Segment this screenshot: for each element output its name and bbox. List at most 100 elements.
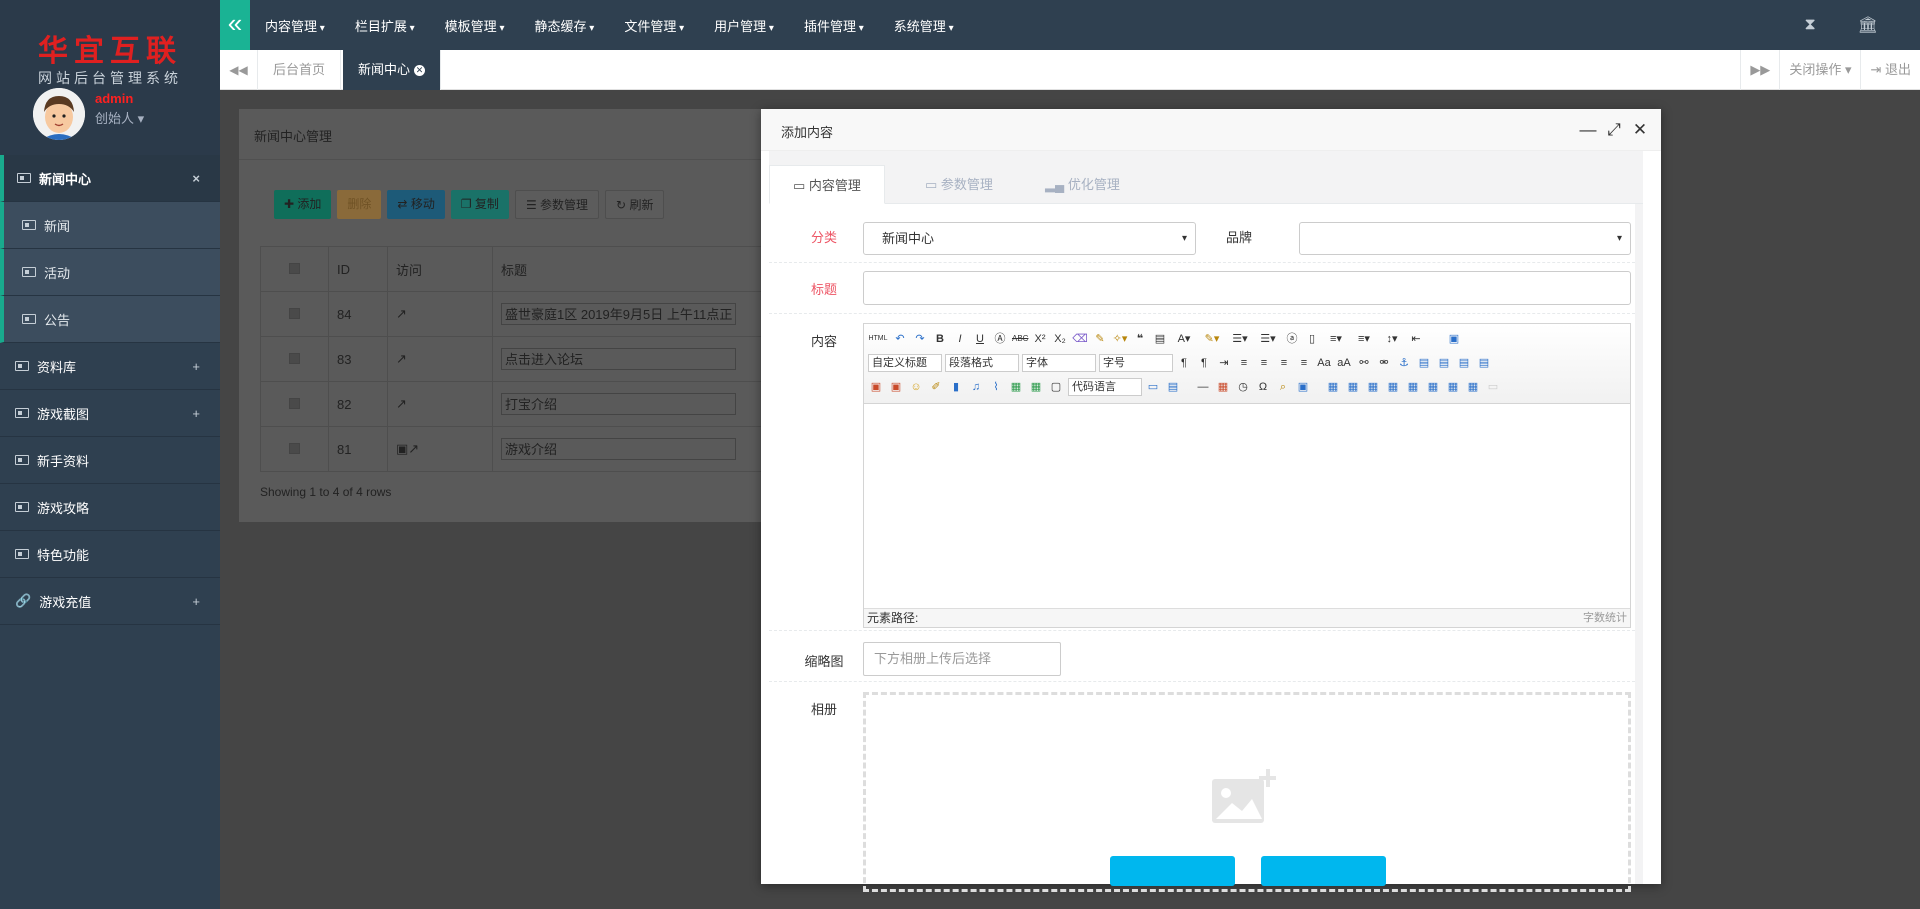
music-icon[interactable]: ♫ xyxy=(968,379,984,395)
title-input[interactable]: 打宝介绍 xyxy=(501,393,736,415)
line-height-icon[interactable]: ↕▾ xyxy=(1380,331,1404,347)
font-border-icon[interactable]: Ⓐ xyxy=(992,331,1008,347)
external-link-icon[interactable]: ↗ xyxy=(396,396,407,411)
hourglass-icon[interactable]: ⧗ xyxy=(1804,16,1815,34)
row-checkbox[interactable] xyxy=(289,307,300,319)
insert-row-icon[interactable]: ▦ xyxy=(1365,379,1381,395)
ltr-icon[interactable]: ¶ xyxy=(1176,355,1192,371)
title-input[interactable] xyxy=(863,271,1631,305)
title-input[interactable]: 点击进入论坛 xyxy=(501,348,736,370)
close-icon[interactable]: ✕ xyxy=(1629,119,1651,141)
auto-format-icon[interactable]: ✧▾ xyxy=(1112,331,1128,347)
split-cells-icon[interactable]: ▦ xyxy=(1465,379,1481,395)
font-color-icon[interactable]: A▾ xyxy=(1172,331,1196,347)
gmap-icon[interactable]: ▦ xyxy=(1028,379,1044,395)
align-right-icon[interactable]: ≡ xyxy=(1276,355,1292,371)
paste-text-icon[interactable]: ▤ xyxy=(1152,331,1168,347)
sidebar-item-news[interactable]: 新闻 xyxy=(0,202,220,249)
minimize-icon[interactable]: — xyxy=(1577,119,1599,141)
format-brush-icon[interactable]: ✎ xyxy=(1092,331,1108,347)
background-icon[interactable]: ▤ xyxy=(1165,379,1181,395)
avatar[interactable] xyxy=(33,88,85,140)
merge-down-icon[interactable]: ▦ xyxy=(1445,379,1461,395)
page-break-icon[interactable]: ▭ xyxy=(1145,379,1161,395)
scrawl-icon[interactable]: ✐ xyxy=(928,379,944,395)
select-all-icon[interactable]: ⓐ xyxy=(1284,331,1300,347)
image-center-icon[interactable]: ▤ xyxy=(1476,355,1492,371)
tab-news-center[interactable]: 新闻中心 ✕ xyxy=(343,50,442,90)
insert-image-icon[interactable]: ▣ xyxy=(888,379,904,395)
maximize-icon[interactable]: ⤢ xyxy=(1603,119,1625,141)
tab-close-icon[interactable]: ✕ xyxy=(414,65,426,77)
unordered-list-icon[interactable]: ☰▾ xyxy=(1256,331,1280,347)
eraser-icon[interactable]: ⌫ xyxy=(1072,331,1088,347)
map-icon[interactable]: ▦ xyxy=(1008,379,1024,395)
rtl-icon[interactable]: ¶ xyxy=(1196,355,1212,371)
copy-button[interactable]: ❐ 复制 xyxy=(450,190,509,219)
special-chars-icon[interactable]: Ω xyxy=(1255,379,1271,395)
tab-seo[interactable]: ▂▄ 优化管理 xyxy=(1022,165,1143,204)
merge-right-icon[interactable]: ▦ xyxy=(1425,379,1441,395)
bold-icon[interactable]: B xyxy=(932,331,948,347)
attachment-icon[interactable]: ⌇ xyxy=(988,379,1004,395)
album-dropzone[interactable] xyxy=(863,692,1631,892)
superscript-icon[interactable]: X² xyxy=(1032,331,1048,347)
title-input[interactable]: 游戏介绍 xyxy=(501,438,736,460)
topnav-item[interactable]: 文件管理 xyxy=(624,16,684,35)
uppercase-icon[interactable]: Aa xyxy=(1316,355,1332,371)
lowercase-icon[interactable]: aA xyxy=(1336,355,1352,371)
close-ops-dropdown[interactable]: 关闭操作 ▾ xyxy=(1779,50,1860,90)
image-icon[interactable]: ▣ xyxy=(396,441,408,456)
row-checkbox[interactable] xyxy=(289,397,300,409)
editor-body[interactable] xyxy=(864,404,1630,607)
row-checkbox[interactable] xyxy=(289,352,300,364)
link-icon[interactable]: ⚯ xyxy=(1356,355,1372,371)
image-right-icon[interactable]: ▤ xyxy=(1456,355,1472,371)
underline-icon[interactable]: U xyxy=(972,331,988,347)
select-album-button[interactable] xyxy=(1261,856,1386,886)
ordered-list-icon[interactable]: ☰▾ xyxy=(1228,331,1252,347)
custom-title-select[interactable]: 自定义标题 xyxy=(868,354,942,372)
sidebar-item-beginner[interactable]: 新手资料 xyxy=(0,437,220,484)
merge-cells-icon[interactable]: ▦ xyxy=(1405,379,1421,395)
topnav-item[interactable]: 内容管理 xyxy=(265,16,325,35)
indent-icon[interactable]: ⇥ xyxy=(1216,355,1232,371)
tab-params[interactable]: ▭ 参数管理 xyxy=(902,165,1016,204)
row-checkbox[interactable] xyxy=(289,442,300,454)
align-justify-icon[interactable]: ≡ xyxy=(1296,355,1312,371)
paragraph-select[interactable]: 段落格式 xyxy=(945,354,1019,372)
simple-upload-icon[interactable]: ▣ xyxy=(868,379,884,395)
image-left-icon[interactable]: ▤ xyxy=(1436,355,1452,371)
tabs-next-button[interactable]: ▶▶ xyxy=(1740,50,1779,90)
tab-content[interactable]: ▭ 内容管理 xyxy=(769,165,885,204)
params-button[interactable]: ☰ 参数管理 xyxy=(514,190,600,219)
delete-table-icon[interactable]: ▦ xyxy=(1345,379,1361,395)
external-link-icon[interactable]: ↗ xyxy=(396,306,407,321)
upload-button[interactable] xyxy=(1110,856,1235,886)
row-spacing-bottom-icon[interactable]: ≡▾ xyxy=(1352,331,1376,347)
move-button[interactable]: ⇄ 移动 xyxy=(387,190,445,219)
search-replace-icon[interactable]: ⌕ xyxy=(1275,379,1291,395)
image-float-none-icon[interactable]: ▤ xyxy=(1416,355,1432,371)
time-icon[interactable]: ◷ xyxy=(1235,379,1251,395)
brand-select[interactable] xyxy=(1299,222,1631,255)
strikethrough-icon[interactable]: ABC xyxy=(1012,331,1028,347)
indent-icon[interactable]: ⇤ xyxy=(1408,331,1424,347)
topnav-item[interactable]: 静态缓存 xyxy=(534,16,594,35)
clear-doc-icon[interactable]: ▯ xyxy=(1304,331,1320,347)
external-link-icon[interactable]: ↗ xyxy=(396,351,407,366)
unlink-icon[interactable]: ⚮ xyxy=(1376,355,1392,371)
font-family-select[interactable]: 字体 xyxy=(1022,354,1096,372)
insert-video-icon[interactable]: ▮ xyxy=(948,379,964,395)
topnav-item[interactable]: 用户管理 xyxy=(714,16,774,35)
undo-icon[interactable]: ↶ xyxy=(892,331,908,347)
topnav-item[interactable]: 插件管理 xyxy=(804,16,864,35)
print-icon[interactable]: ▭ xyxy=(1485,379,1501,395)
sidebar-item-guides[interactable]: 游戏攻略 xyxy=(0,484,220,531)
horizontal-rule-icon[interactable]: — xyxy=(1195,379,1211,395)
topnav-item[interactable]: 栏目扩展 xyxy=(355,16,415,35)
tab-home[interactable]: 后台首页 xyxy=(258,50,342,90)
sidebar-item-features[interactable]: 特色功能 xyxy=(0,531,220,578)
align-center-icon[interactable]: ≡ xyxy=(1256,355,1272,371)
add-button[interactable]: ✚ 添加 xyxy=(274,190,332,219)
